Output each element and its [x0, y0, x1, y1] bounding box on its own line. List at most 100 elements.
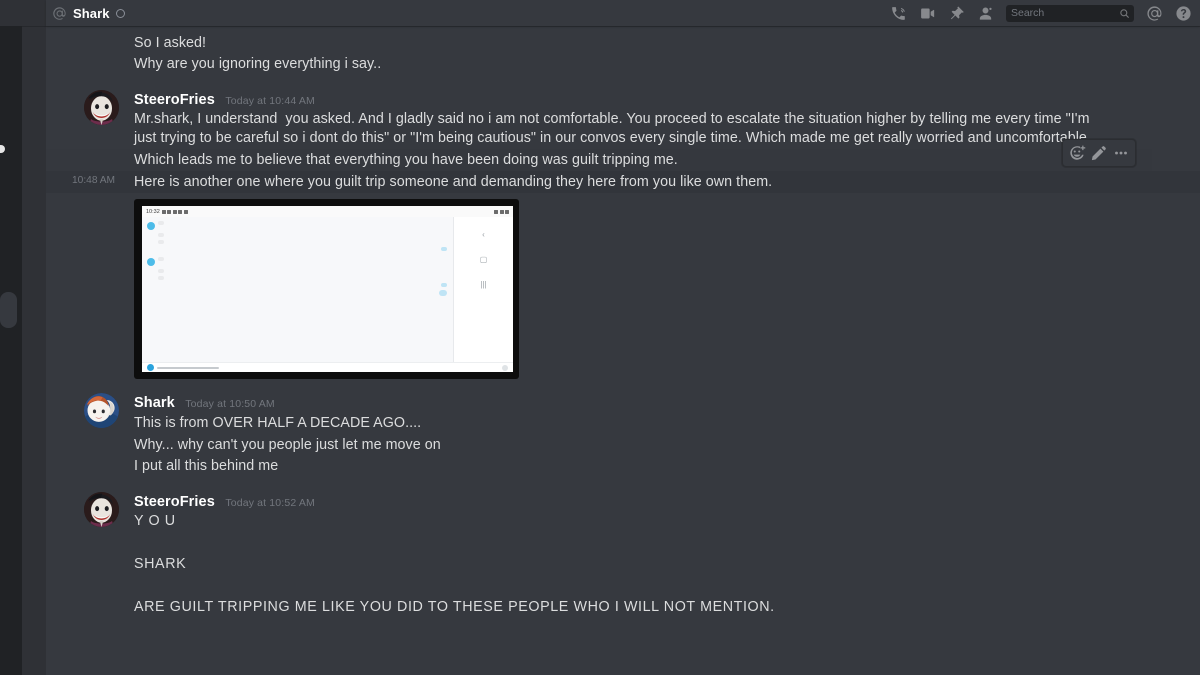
message-text: I put all this behind me	[134, 458, 279, 475]
phone-input-placeholder	[157, 366, 219, 369]
message-row-hovered[interactable]: 10:48 AM Here is another one where you g…	[46, 171, 1200, 194]
message-header: Shark Today at 10:50 AM	[46, 388, 1152, 429]
phone-bubble	[441, 283, 447, 288]
pinned-messages-icon[interactable]	[948, 5, 965, 22]
message-text: Why... why can't you people just let me …	[134, 436, 441, 453]
phone-message-left	[158, 269, 447, 274]
phone-bubble	[441, 247, 447, 252]
phone-bubble	[158, 221, 164, 226]
search-box[interactable]: Search	[1006, 4, 1134, 22]
phone-conversation	[142, 217, 453, 363]
at-icon	[53, 6, 66, 20]
phone-emoji-icon	[502, 364, 508, 371]
channel-header-left: Shark	[52, 6, 125, 21]
message-text: SHARK	[134, 556, 187, 573]
message-hover-toolbar[interactable]	[1062, 139, 1136, 168]
mentions-inbox-icon[interactable]	[1146, 5, 1163, 22]
message-author[interactable]: SteeroFries	[134, 494, 215, 510]
message-row[interactable]: ARE GUILT TRIPPING ME LIKE YOU DID TO TH…	[46, 596, 1152, 618]
phone-nav-sidebar: ‹ ▢ |||	[453, 217, 513, 363]
attachment-image: 10:32 ‹ ▢ |||	[142, 206, 513, 373]
message-list[interactable]: So I asked! Why are you ignoring everyth…	[46, 26, 1200, 675]
phone-message-left	[147, 221, 447, 231]
phone-message-right	[147, 283, 447, 288]
message-author[interactable]: Shark	[134, 395, 175, 411]
phone-avatar	[147, 258, 155, 267]
message-text: Why are you ignoring everything i say..	[134, 56, 382, 73]
message-group: SteeroFries Today at 10:52 AM Y O U SHAR…	[46, 487, 1200, 619]
message-header: SteeroFries Today at 10:52 AM	[46, 487, 1152, 527]
phone-message-left	[158, 276, 447, 281]
message-group: Shark Today at 10:50 AM This is from OVE…	[46, 388, 1200, 478]
search-icon[interactable]	[1119, 8, 1130, 19]
phone-home-icon: ▢	[479, 255, 488, 265]
server-rail[interactable]	[0, 0, 22, 675]
phone-message-left	[147, 257, 447, 267]
message-row[interactable]: Mr.shark, I understand you asked. And I …	[46, 109, 1152, 150]
phone-bubble	[439, 290, 447, 297]
phone-clock: 10:32	[146, 208, 160, 215]
channel-header-actions: Search	[890, 4, 1192, 22]
phone-message-left	[158, 233, 447, 238]
status-offline-icon	[115, 8, 125, 18]
channel-header: Shark Search	[46, 0, 1200, 26]
phone-message-right	[147, 247, 447, 252]
channel-title: Shark	[73, 5, 110, 21]
chat-area: Shark Search So I asked! Why are you ign…	[46, 0, 1200, 675]
message-text: Here is another one where you guilt trip…	[134, 173, 773, 190]
message-row[interactable]: Which leads me to believe that everythin…	[46, 139, 1152, 172]
message-group: SteeroFries Today at 10:44 AM Mr.shark, …	[46, 85, 1200, 172]
phone-bubble	[158, 276, 164, 281]
edit-message-icon[interactable]	[1090, 144, 1108, 162]
member-list-icon[interactable]	[977, 5, 994, 22]
more-options-icon[interactable]	[1112, 144, 1130, 162]
phone-back-icon: ‹	[482, 230, 485, 240]
message-row[interactable]: This is from OVER HALF A DECADE AGO....	[46, 412, 1152, 434]
video-call-icon[interactable]	[919, 5, 936, 22]
phone-input-bar	[142, 362, 513, 373]
message-row[interactable]: I put all this behind me	[46, 456, 1152, 478]
search-input[interactable]: Search	[1011, 7, 1115, 19]
phone-recents-icon: |||	[480, 280, 487, 290]
message-text: So I asked!	[134, 34, 207, 51]
channel-sidebar[interactable]	[22, 0, 46, 675]
message-text: This is from OVER HALF A DECADE AGO....	[134, 414, 422, 431]
phone-bubble	[158, 240, 164, 245]
help-icon[interactable]	[1175, 5, 1192, 22]
start-call-icon[interactable]	[890, 5, 907, 22]
add-reaction-icon[interactable]	[1068, 144, 1086, 162]
message-timestamp: Today at 10:52 AM	[225, 496, 315, 509]
message-row[interactable]: Why are you ignoring everything i say..	[46, 54, 1200, 76]
phone-avatar	[147, 222, 155, 231]
phone-status-bar: 10:32	[142, 206, 513, 218]
phone-bubble	[158, 257, 164, 262]
message-row[interactable]: So I asked!	[46, 32, 1200, 54]
message-row[interactable]: SHARK	[46, 554, 1152, 576]
message-text: ARE GUILT TRIPPING ME LIKE YOU DID TO TH…	[134, 598, 775, 615]
server-rail-header-spacer	[0, 0, 22, 26]
phone-bubble	[158, 269, 164, 274]
message-timestamp: Today at 10:50 AM	[185, 398, 275, 411]
message-inline-timestamp: 10:48 AM	[72, 175, 116, 187]
phone-message-right	[147, 290, 447, 297]
message-header: SteeroFries Today at 10:44 AM	[46, 85, 1152, 125]
message-text: Mr.shark, I understand you asked. And I …	[134, 111, 1094, 147]
phone-signal-icons	[494, 209, 509, 214]
phone-system-icons	[161, 209, 188, 214]
message-row[interactable]: Why... why can't you people just let me …	[46, 434, 1152, 456]
phone-chat-body: ‹ ▢ |||	[142, 217, 513, 363]
message-row[interactable]: Y O U	[46, 511, 1152, 533]
message-text: Y O U	[134, 513, 176, 530]
chat-screenshot-attachment[interactable]: 10:32 ‹ ▢ |||	[134, 199, 519, 380]
channel-sidebar-header	[22, 0, 46, 26]
server-icon-tile[interactable]	[0, 292, 17, 328]
phone-input-avatar	[147, 364, 154, 372]
discord-window: Shark Search So I asked! Why are you ign…	[0, 0, 1200, 675]
message-author[interactable]: SteeroFries	[134, 92, 215, 108]
phone-bubble	[158, 233, 164, 238]
phone-message-left	[158, 240, 447, 245]
unread-indicator-pill	[0, 145, 5, 153]
message-text: Which leads me to believe that everythin…	[134, 151, 678, 168]
